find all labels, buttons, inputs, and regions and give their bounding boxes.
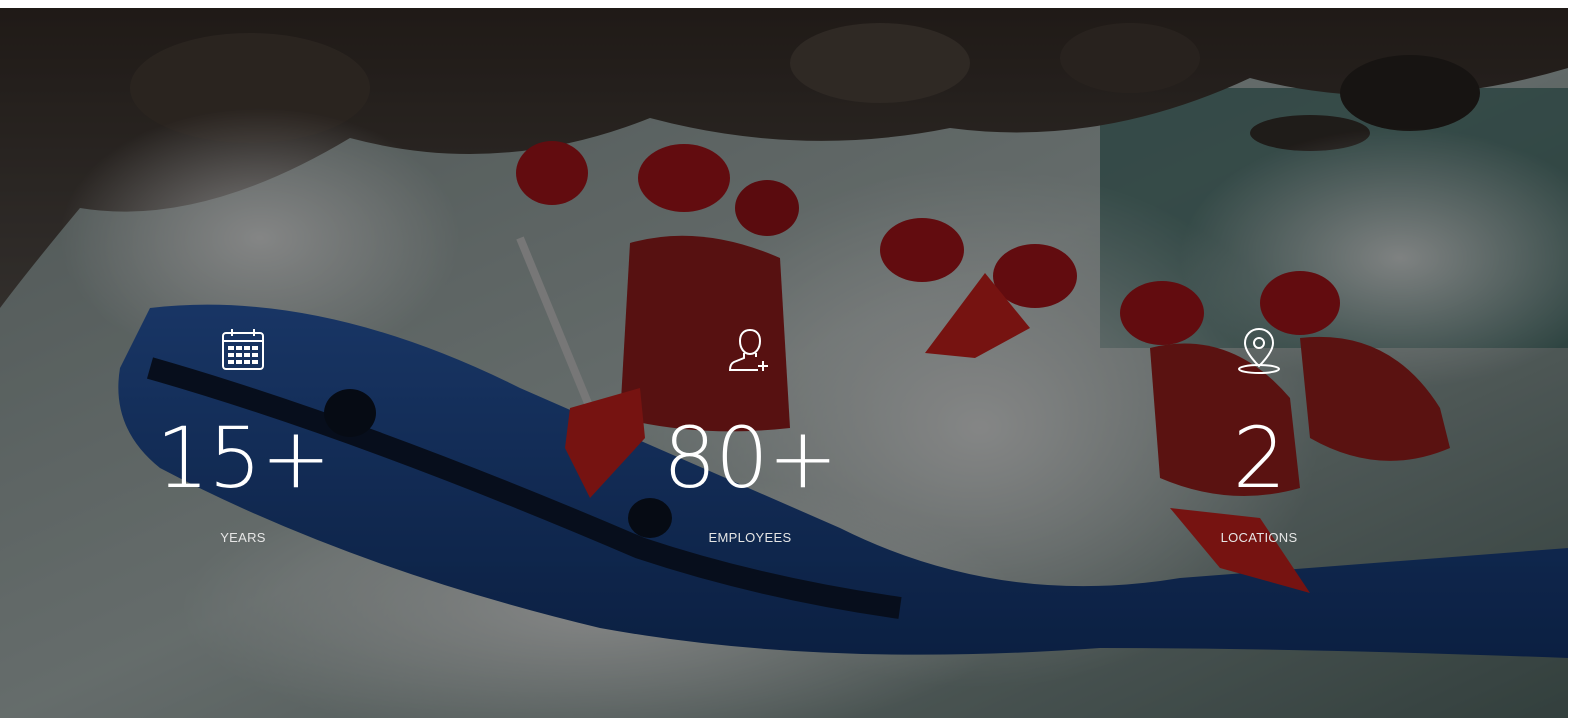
- calendar-icon: [222, 329, 264, 370]
- stat-label: YEARS: [220, 530, 266, 545]
- stats-hero-section: 15+ YEARS 80+ EMPLOYEES 2 LOCATIONS: [0, 8, 1568, 718]
- stat-value: 80+: [662, 409, 838, 507]
- stat-locations: 2 LOCATIONS: [1129, 324, 1389, 545]
- stat-years: 15+ YEARS: [113, 324, 373, 545]
- stat-value: 15+: [155, 409, 331, 507]
- user-add-icon: [728, 328, 768, 371]
- stat-label: EMPLOYEES: [708, 530, 792, 545]
- stat-employees: 80+ EMPLOYEES: [620, 324, 880, 545]
- location-pin-icon: [1238, 327, 1280, 374]
- stat-value: 2: [1232, 409, 1286, 507]
- stat-label: LOCATIONS: [1220, 530, 1298, 545]
